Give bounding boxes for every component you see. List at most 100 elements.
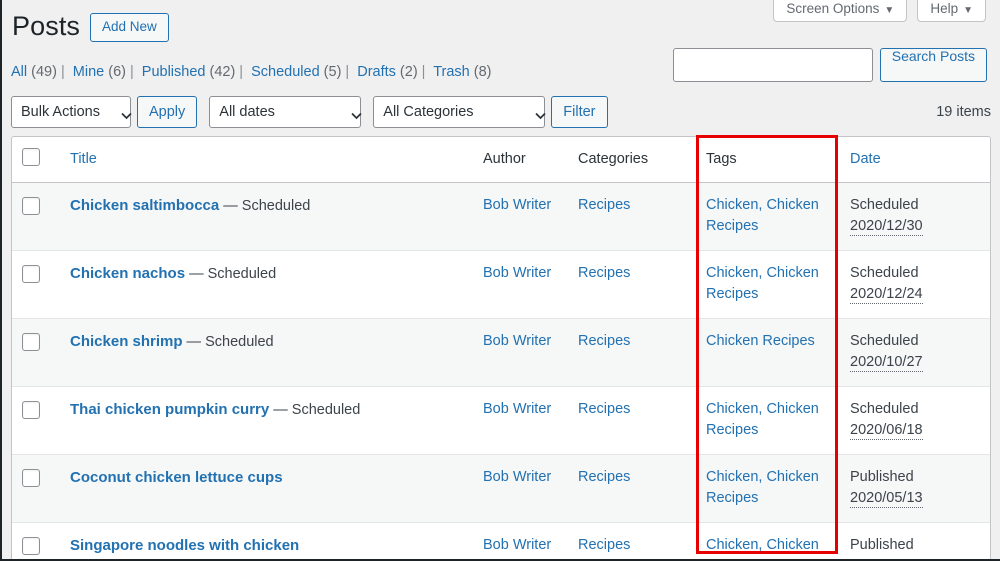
- status-link-published-label: Published: [141, 64, 206, 80]
- status-link-scheduled[interactable]: Scheduled: [251, 64, 320, 80]
- row-title-cell: Coconut chicken lettuce cups: [60, 454, 473, 523]
- row-checkbox[interactable]: [22, 197, 40, 215]
- row-select-cell: [12, 454, 60, 523]
- row-title-cell: Chicken nachos — Scheduled: [60, 250, 473, 319]
- date-status: Scheduled: [850, 197, 919, 213]
- row-tags-cell: Chicken, Chicken Recipes: [696, 454, 840, 523]
- tag-links[interactable]: Chicken, Chicken Recipes: [706, 197, 819, 234]
- row-checkbox[interactable]: [22, 333, 40, 351]
- row-checkbox[interactable]: [22, 537, 40, 555]
- tablenav-top: Bulk Actions Apply All dates All Categor…: [11, 95, 991, 129]
- status-link-all[interactable]: All: [11, 64, 27, 80]
- category-link[interactable]: Recipes: [578, 469, 630, 485]
- column-header-author: Author: [473, 137, 568, 183]
- divider: |: [239, 64, 244, 80]
- category-link[interactable]: Recipes: [578, 401, 630, 417]
- status-count-published: (42): [209, 64, 236, 80]
- search-input[interactable]: [672, 48, 873, 82]
- row-date-cell: Scheduled 2020/10/27: [840, 318, 990, 387]
- status-link-drafts[interactable]: Drafts: [357, 64, 396, 80]
- table-row: Chicken saltimbocca — Scheduled Bob Writ…: [12, 182, 990, 251]
- table-header-row: Title Author Categories Tags Date: [12, 137, 990, 183]
- tag-links[interactable]: Chicken, Chicken Recipes: [706, 537, 819, 559]
- row-date-cell: Published 2020/05/13: [840, 454, 990, 523]
- row-select-cell: [12, 386, 60, 455]
- row-select-cell: [12, 318, 60, 387]
- posts-table: Title Author Categories Tags Date Chicke…: [12, 137, 990, 559]
- apply-button[interactable]: Apply: [137, 96, 198, 128]
- column-header-date[interactable]: Date: [840, 137, 990, 183]
- row-categories-cell: Recipes: [568, 182, 696, 251]
- row-date-cell: Scheduled 2020/12/30: [840, 182, 990, 251]
- status-link-published[interactable]: Published: [142, 64, 206, 80]
- category-link[interactable]: Recipes: [578, 333, 630, 349]
- chevron-down-icon: ▼: [884, 5, 895, 16]
- category-link[interactable]: Recipes: [578, 197, 630, 213]
- date-value: 2020/05/13: [850, 489, 923, 509]
- tag-links[interactable]: Chicken Recipes: [706, 333, 815, 349]
- status-link-mine-label: Mine: [72, 64, 105, 80]
- author-link[interactable]: Bob Writer: [483, 537, 551, 553]
- date-value: 2020/04/30: [850, 557, 923, 559]
- date-filter-select[interactable]: All dates: [209, 96, 362, 128]
- row-checkbox[interactable]: [22, 401, 40, 419]
- row-checkbox[interactable]: [22, 469, 40, 487]
- tag-links[interactable]: Chicken, Chicken Recipes: [706, 265, 819, 302]
- category-link[interactable]: Recipes: [578, 537, 630, 553]
- row-categories-cell: Recipes: [568, 386, 696, 455]
- status-count-mine: (6): [108, 64, 126, 80]
- post-status-nav: All (49) | Mine (6) | Published (42) | Sche…: [11, 64, 492, 80]
- author-link[interactable]: Bob Writer: [483, 333, 551, 349]
- sort-date-link[interactable]: Date: [850, 151, 881, 167]
- category-link[interactable]: Recipes: [578, 265, 630, 281]
- post-title-link[interactable]: Chicken nachos: [70, 265, 185, 282]
- author-link[interactable]: Bob Writer: [483, 265, 551, 281]
- row-tags-cell: Chicken, Chicken Recipes: [696, 182, 840, 251]
- row-author-cell: Bob Writer: [473, 522, 568, 559]
- divider: |: [60, 64, 65, 80]
- date-value: 2020/12/30: [850, 217, 923, 237]
- table-row: Coconut chicken lettuce cups Bob Writer …: [12, 454, 990, 523]
- post-title-link[interactable]: Singapore noodles with chicken: [70, 537, 299, 554]
- author-link[interactable]: Bob Writer: [483, 197, 551, 213]
- row-author-cell: Bob Writer: [473, 250, 568, 319]
- screen-options-tab[interactable]: Screen Options ▼: [773, 0, 908, 22]
- table-row: Chicken nachos — Scheduled Bob Writer Re…: [12, 250, 990, 319]
- sort-title-link[interactable]: Title: [70, 151, 97, 167]
- row-categories-cell: Recipes: [568, 522, 696, 559]
- filter-button[interactable]: Filter: [551, 96, 608, 128]
- column-header-title[interactable]: Title: [60, 137, 473, 183]
- post-title-link[interactable]: Coconut chicken lettuce cups: [70, 469, 283, 486]
- row-categories-cell: Recipes: [568, 318, 696, 387]
- date-status: Published: [850, 537, 914, 553]
- row-checkbox[interactable]: [22, 265, 40, 283]
- add-new-button[interactable]: Add New: [90, 12, 169, 42]
- status-link-mine[interactable]: Mine: [73, 64, 104, 80]
- search-posts-button[interactable]: Search Posts: [879, 48, 987, 82]
- posts-list-table: Title Author Categories Tags Date Chicke…: [11, 136, 991, 559]
- row-date-cell: Published 2020/04/30: [840, 522, 990, 559]
- date-value: 2020/06/18: [850, 421, 923, 441]
- row-author-cell: Bob Writer: [473, 182, 568, 251]
- status-link-trash-label: Trash: [433, 64, 470, 80]
- help-tab[interactable]: Help ▼: [917, 0, 986, 22]
- author-link[interactable]: Bob Writer: [483, 469, 551, 485]
- page-heading-row: Posts Add New: [12, 10, 169, 44]
- post-title-link[interactable]: Chicken saltimbocca: [70, 197, 219, 214]
- status-link-trash[interactable]: Trash: [433, 64, 470, 80]
- post-title-link[interactable]: Chicken shrimp: [70, 333, 183, 350]
- select-all-checkbox[interactable]: [22, 148, 40, 166]
- divider: |: [345, 64, 350, 80]
- author-link[interactable]: Bob Writer: [483, 401, 551, 417]
- post-title-link[interactable]: Thai chicken pumpkin curry: [70, 401, 269, 418]
- row-title-cell: Singapore noodles with chicken: [60, 522, 473, 559]
- table-header: Title Author Categories Tags Date: [12, 137, 990, 183]
- row-date-cell: Scheduled 2020/12/24: [840, 250, 990, 319]
- tag-links[interactable]: Chicken, Chicken Recipes: [706, 469, 819, 506]
- tag-links[interactable]: Chicken, Chicken Recipes: [706, 401, 819, 438]
- items-count: 19 items: [936, 104, 991, 120]
- row-categories-cell: Recipes: [568, 250, 696, 319]
- category-filter-select[interactable]: All Categories: [373, 96, 546, 128]
- bulk-actions-select[interactable]: Bulk Actions: [11, 96, 132, 128]
- row-title-cell: Thai chicken pumpkin curry — Scheduled: [60, 386, 473, 455]
